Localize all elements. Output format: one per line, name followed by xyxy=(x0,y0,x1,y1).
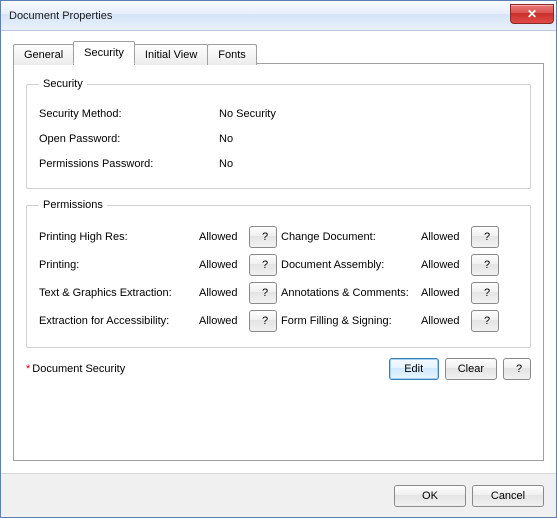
question-icon: ? xyxy=(262,259,268,271)
perm-value: Allowed xyxy=(199,259,249,271)
help-button[interactable]: ? xyxy=(249,282,277,304)
perm-label: Document Assembly: xyxy=(281,259,421,271)
tab-fonts[interactable]: Fonts xyxy=(207,44,257,65)
ok-button[interactable]: OK xyxy=(394,485,466,507)
button-label: Edit xyxy=(404,363,423,375)
value-open-password: No xyxy=(219,133,299,145)
perm-label: Change Document: xyxy=(281,231,421,243)
tab-security[interactable]: Security xyxy=(73,41,135,64)
titlebar: Document Properties ✕ xyxy=(1,1,556,31)
window-title: Document Properties xyxy=(9,10,510,22)
question-icon: ? xyxy=(516,363,522,375)
help-button[interactable]: ? xyxy=(249,226,277,248)
perm-value: Allowed xyxy=(199,315,249,327)
help-button[interactable]: ? xyxy=(249,310,277,332)
perm-row: Extraction for Accessibility: Allowed ? … xyxy=(39,309,518,333)
clear-button[interactable]: Clear xyxy=(445,358,497,380)
cancel-button[interactable]: Cancel xyxy=(472,485,544,507)
question-icon: ? xyxy=(484,287,490,299)
label-permissions-password: Permissions Password: xyxy=(39,158,219,170)
perm-value: Allowed xyxy=(421,259,471,271)
perm-row: Printing High Res: Allowed ? Change Docu… xyxy=(39,225,518,249)
perm-value: Allowed xyxy=(421,231,471,243)
content-area: General Security Initial View Fonts Secu… xyxy=(1,31,556,473)
tab-strip: General Security Initial View Fonts xyxy=(13,41,544,64)
perm-label: Printing High Res: xyxy=(39,231,199,243)
label-security-method: Security Method: xyxy=(39,108,219,120)
perm-value: Allowed xyxy=(421,287,471,299)
required-star-icon: * xyxy=(26,363,30,375)
help-button[interactable]: ? xyxy=(471,310,499,332)
question-icon: ? xyxy=(262,231,268,243)
security-group: Security Security Method: No Security Op… xyxy=(26,78,531,189)
value-permissions-password: No xyxy=(219,158,299,170)
help-button[interactable]: ? xyxy=(471,282,499,304)
document-security-label: Document Security xyxy=(32,363,125,375)
permissions-group: Permissions Printing High Res: Allowed ?… xyxy=(26,199,531,348)
dialog-window: Document Properties ✕ General Security I… xyxy=(0,0,557,518)
label-open-password: Open Password: xyxy=(39,133,219,145)
question-icon: ? xyxy=(484,259,490,271)
edit-button[interactable]: Edit xyxy=(389,358,439,380)
perm-label: Annotations & Comments: xyxy=(281,287,421,299)
permissions-legend: Permissions xyxy=(39,199,107,211)
tab-label: General xyxy=(24,49,63,61)
dialog-footer: OK Cancel xyxy=(1,473,556,517)
tab-label: Initial View xyxy=(145,49,197,61)
perm-row: Printing: Allowed ? Document Assembly: A… xyxy=(39,253,518,277)
tab-label: Fonts xyxy=(218,49,246,61)
close-icon: ✕ xyxy=(527,7,537,21)
help-button[interactable]: ? xyxy=(249,254,277,276)
perm-label: Extraction for Accessibility: xyxy=(39,315,199,327)
help-button[interactable]: ? xyxy=(471,254,499,276)
help-button[interactable]: ? xyxy=(471,226,499,248)
perm-label: Text & Graphics Extraction: xyxy=(39,287,199,299)
close-button[interactable]: ✕ xyxy=(510,4,554,24)
question-icon: ? xyxy=(484,315,490,327)
value-security-method: No Security xyxy=(219,108,299,120)
button-label: Clear xyxy=(458,363,484,375)
security-legend: Security xyxy=(39,78,87,90)
question-icon: ? xyxy=(484,231,490,243)
tab-panel-security: Security Security Method: No Security Op… xyxy=(13,63,544,461)
button-label: OK xyxy=(422,490,438,502)
row-open-password: Open Password: No xyxy=(39,128,518,150)
help-button[interactable]: ? xyxy=(503,358,531,380)
question-icon: ? xyxy=(262,287,268,299)
perm-row: Text & Graphics Extraction: Allowed ? An… xyxy=(39,281,518,305)
perm-label: Printing: xyxy=(39,259,199,271)
perm-value: Allowed xyxy=(421,315,471,327)
document-security-row: * Document Security Edit Clear ? xyxy=(26,358,531,380)
perm-label: Form Filling & Signing: xyxy=(281,315,421,327)
tab-general[interactable]: General xyxy=(13,44,74,65)
question-icon: ? xyxy=(262,315,268,327)
row-security-method: Security Method: No Security xyxy=(39,103,518,125)
tab-label: Security xyxy=(84,47,124,59)
perm-value: Allowed xyxy=(199,231,249,243)
row-permissions-password: Permissions Password: No xyxy=(39,153,518,175)
button-label: Cancel xyxy=(491,490,525,502)
perm-value: Allowed xyxy=(199,287,249,299)
tab-initial-view[interactable]: Initial View xyxy=(134,44,208,65)
